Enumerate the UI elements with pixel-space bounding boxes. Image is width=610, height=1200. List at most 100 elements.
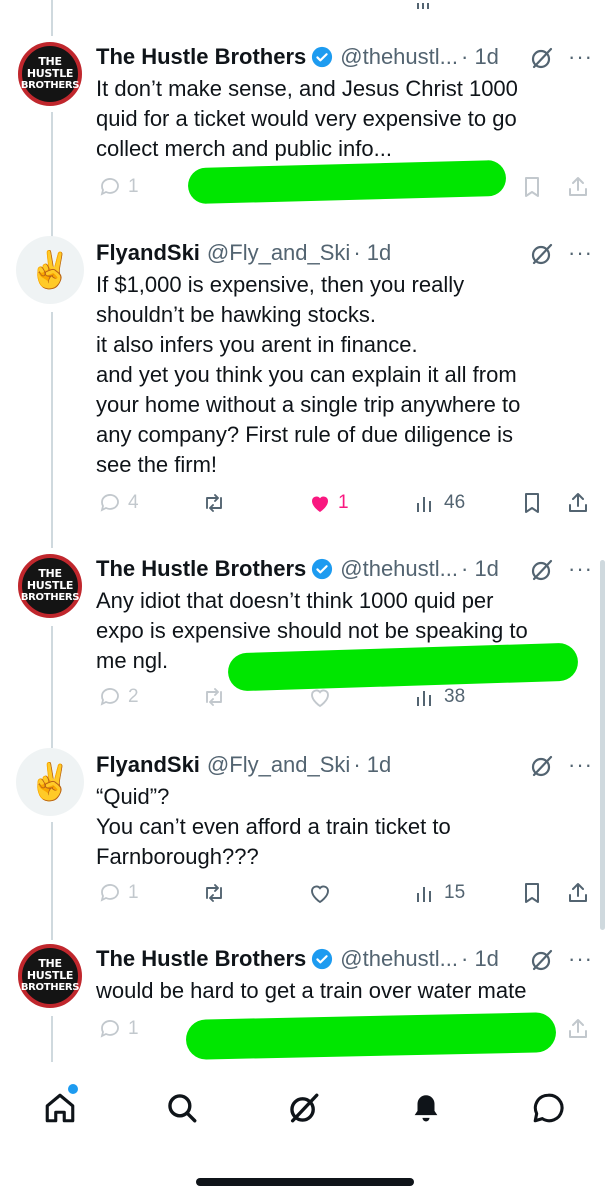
author-name[interactable]: FlyandSki: [96, 752, 200, 778]
tweet-text-line: “Quid”?: [96, 784, 170, 809]
retweet-button[interactable]: [202, 878, 226, 908]
reply-button[interactable]: 2: [98, 682, 139, 712]
views-icon: [417, 887, 431, 902]
verified-badge-icon: [312, 46, 333, 68]
nav-messages[interactable]: [528, 1088, 568, 1128]
search-icon: [168, 1094, 197, 1123]
tweet-header: The Hustle Brothers @thehustl... · 1d: [96, 554, 499, 584]
nav-grok[interactable]: [284, 1088, 324, 1128]
grok-icon: [290, 1093, 319, 1123]
retweet-icon: [206, 688, 222, 706]
views-button[interactable]: 15: [414, 878, 465, 908]
more-options-icon[interactable]: ···: [568, 240, 593, 266]
reply-icon: [100, 1020, 119, 1038]
author-handle[interactable]: @thehustl...: [340, 44, 458, 70]
share-icon: [569, 177, 587, 196]
tweet-text-line: expo is expensive should not be speaking…: [96, 618, 528, 643]
bookmark-button[interactable]: [520, 488, 544, 518]
tweet-actions: 4 1 46: [96, 488, 596, 518]
reply-button[interactable]: 1: [98, 878, 139, 908]
views-button[interactable]: 46: [414, 488, 465, 518]
scrollbar[interactable]: [600, 560, 605, 930]
avatar[interactable]: ✌️: [16, 748, 84, 816]
verified-badge-icon: [312, 948, 333, 970]
tweet[interactable]: ✌️ FlyandSki @Fly_and_Ski · 1d ··· If $1…: [0, 236, 610, 526]
avatar[interactable]: THE HUSTLE BROTHERS: [16, 942, 84, 1010]
home-indicator[interactable]: [196, 1178, 414, 1186]
share-button[interactable]: [566, 488, 590, 518]
tweet-text: “Quid”? You can’t even afford a train ti…: [96, 782, 586, 872]
views-button[interactable]: 38: [414, 682, 465, 712]
thread-line: [51, 0, 53, 36]
like-button[interactable]: [308, 878, 332, 908]
author-handle[interactable]: @thehustl...: [340, 556, 458, 582]
grok-icon[interactable]: [530, 948, 554, 972]
avatar[interactable]: THE HUSTLE BROTHERS: [16, 552, 84, 620]
share-icon: [569, 883, 587, 902]
redaction-scribble: [185, 1012, 557, 1060]
share-icon: [569, 1019, 587, 1038]
bookmark-button[interactable]: [520, 172, 544, 202]
author-name[interactable]: The Hustle Brothers: [96, 946, 306, 972]
grok-icon[interactable]: [530, 46, 554, 70]
home-icon: [45, 1093, 75, 1123]
verified-badge-icon: [312, 558, 333, 580]
avatar[interactable]: THE HUSTLE BROTHERS: [16, 40, 84, 108]
grok-icon[interactable]: [530, 754, 554, 778]
tweet-text-line: Any idiot that doesn’t think 1000 quid p…: [96, 588, 494, 613]
tweet-text-line: collect merch and public info...: [96, 136, 392, 161]
reply-count: 1: [128, 176, 139, 197]
more-options-icon[interactable]: ···: [568, 556, 593, 582]
author-handle[interactable]: @Fly_and_Ski: [207, 240, 350, 266]
tweet-text: would be hard to get a train over water …: [96, 976, 586, 1006]
retweet-button[interactable]: [202, 682, 226, 712]
tweet[interactable]: THE HUSTLE BROTHERS The Hustle Brothers …: [0, 552, 610, 722]
tweet[interactable]: ✌️ FlyandSki @Fly_and_Ski · 1d ··· “Quid…: [0, 748, 610, 918]
reply-icon: [100, 688, 119, 706]
bookmark-button[interactable]: [520, 878, 544, 908]
tweet-text-line: it also infers you arent in finance.: [96, 332, 418, 357]
new-posts-indicator: [66, 1082, 80, 1096]
tweet[interactable]: THE HUSTLE BROTHERS The Hustle Brothers …: [0, 40, 610, 215]
avatar-logo-text: HUSTLE: [26, 579, 74, 592]
grok-icon[interactable]: [530, 242, 554, 266]
avatar-logo-text: HUSTLE: [26, 67, 74, 80]
share-icon: [569, 493, 587, 512]
nav-search[interactable]: [162, 1088, 202, 1128]
more-options-icon[interactable]: ···: [568, 752, 593, 778]
retweet-icon: [206, 494, 222, 512]
like-button[interactable]: 1: [308, 488, 349, 518]
more-options-icon[interactable]: ···: [568, 946, 593, 972]
tweet-time: · 1d: [353, 752, 392, 777]
avatar[interactable]: ✌️: [16, 236, 84, 304]
tweet-text-line: any company? First rule of due diligence…: [96, 422, 513, 447]
tweet[interactable]: THE HUSTLE BROTHERS The Hustle Brothers …: [0, 942, 610, 1060]
tweet-time: · 1d: [461, 946, 499, 971]
nav-notifications[interactable]: [406, 1088, 446, 1128]
author-name[interactable]: The Hustle Brothers: [96, 44, 306, 70]
tweet-text-line: and yet you think you can explain it all…: [96, 362, 517, 387]
author-name[interactable]: The Hustle Brothers: [96, 556, 306, 582]
retweet-button[interactable]: [202, 488, 226, 518]
tweet-actions: 1 15: [96, 878, 596, 908]
grok-icon[interactable]: [530, 558, 554, 582]
reply-button[interactable]: 1: [98, 172, 139, 202]
heart-icon: [311, 885, 329, 904]
author-handle[interactable]: @thehustl...: [340, 946, 458, 972]
reply-button[interactable]: 4: [98, 488, 139, 518]
tweet-header: The Hustle Brothers @thehustl... · 1d: [96, 42, 499, 72]
share-button[interactable]: [566, 172, 590, 202]
views-icon: [417, 497, 431, 512]
tweet-text-line: quid for a ticket would very expensive t…: [96, 106, 517, 131]
share-button[interactable]: [566, 878, 590, 908]
reply-button[interactable]: 1: [98, 1014, 139, 1044]
tweet-text-line: see the firm!: [96, 452, 218, 477]
author-handle[interactable]: @Fly_and_Ski: [207, 752, 350, 778]
tweet-text-line: your home without a single trip anywhere…: [96, 392, 521, 417]
author-name[interactable]: FlyandSki: [96, 240, 200, 266]
views-count: 46: [444, 492, 466, 513]
share-button[interactable]: [566, 1014, 590, 1044]
more-options-icon[interactable]: ···: [568, 44, 593, 70]
retweet-icon: [206, 884, 222, 902]
bell-icon: [414, 1095, 438, 1122]
